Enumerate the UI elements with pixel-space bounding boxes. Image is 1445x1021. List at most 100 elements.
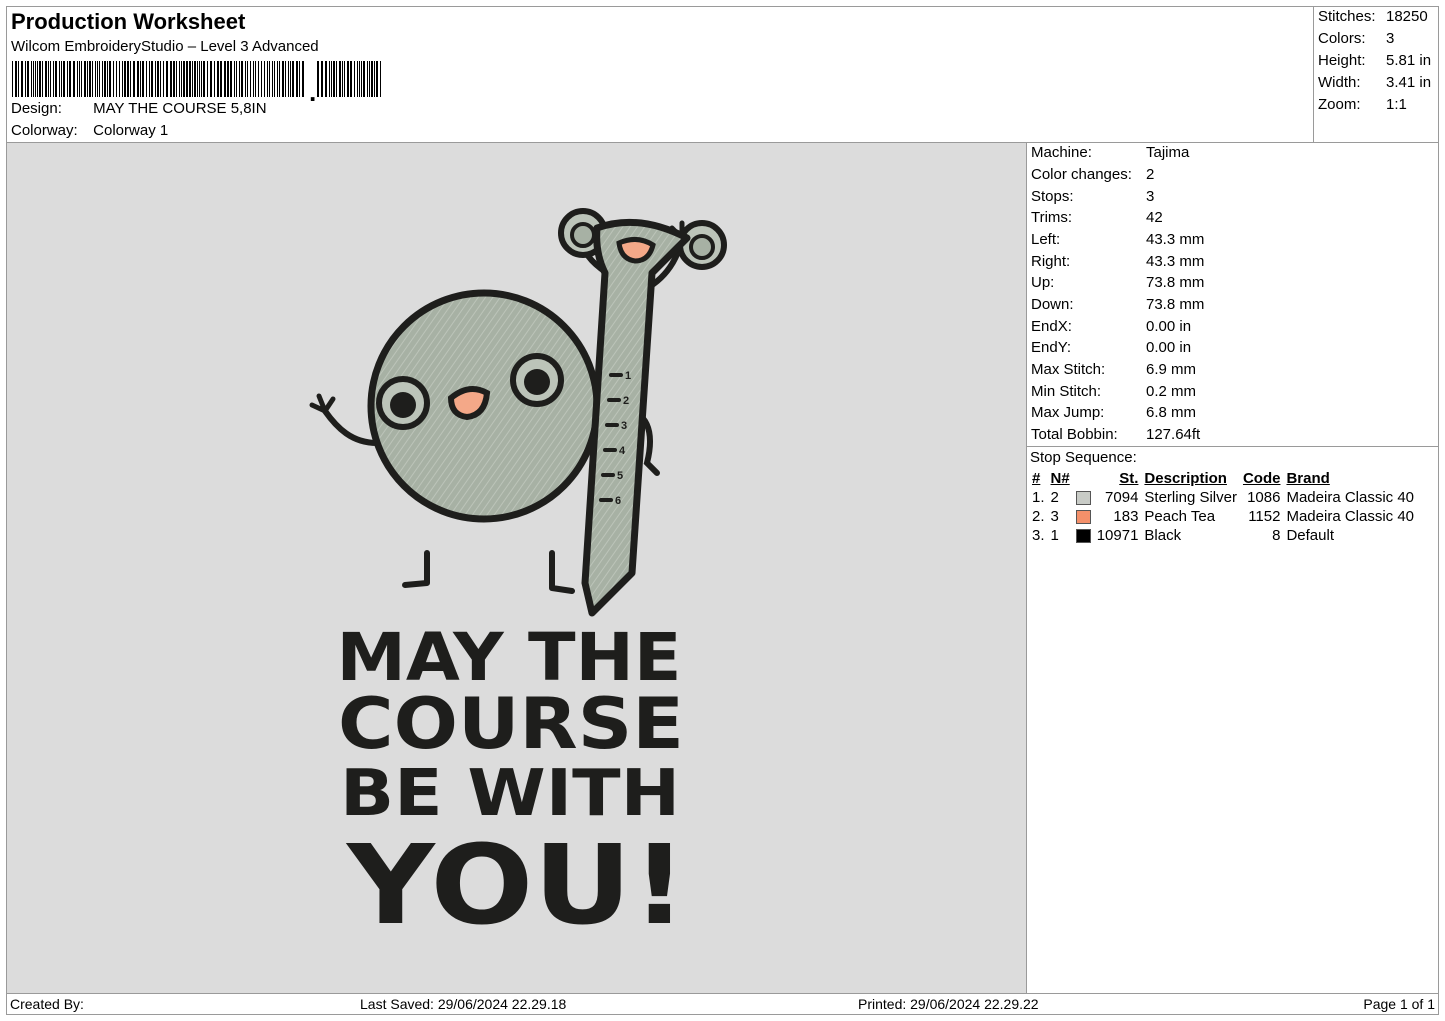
barcode-bar: [214, 61, 215, 97]
barcode-bar: [203, 61, 205, 97]
barcode-bar: [290, 61, 291, 97]
barcode-bar: [339, 61, 341, 97]
summary-row: Stitches: 18250: [1318, 8, 1428, 25]
last-saved: Last Saved: 29/06/2024 22.29.18: [360, 996, 567, 1012]
table-row: 1. 2 7094 Sterling Silver 1086 Madeira C…: [1032, 489, 1415, 506]
colorway-label: Colorway:: [11, 122, 78, 139]
col-description: Description: [1144, 470, 1227, 487]
detail-row: Right: 43.3 mm: [1031, 253, 1205, 270]
barcode-bar: [217, 61, 219, 97]
ruler-mark: 3: [621, 420, 627, 432]
barcode-bar: [155, 61, 156, 97]
barcode-bar: [302, 61, 304, 97]
barcode-bar: [292, 61, 294, 97]
design-preview: 1 2 3 4 5 6 MAY THE COURSE BE WITH YOU!: [6, 142, 1027, 994]
barcode-bar: [261, 61, 262, 97]
printed-date: Printed: 29/06/2024 22.29.22: [858, 996, 1039, 1012]
barcode-bar: [15, 61, 17, 97]
design-value: MAY THE COURSE 5,8IN: [93, 100, 267, 117]
barcode-bar: [357, 61, 358, 97]
barcode-bar: [151, 61, 153, 97]
barcode-bar: [194, 61, 196, 97]
barcode-bar: [67, 61, 68, 97]
barcode-bar: [317, 61, 319, 97]
barcode-bar: [124, 61, 126, 97]
barcode-bar: [247, 61, 248, 97]
col-stitches: St.: [1119, 470, 1139, 487]
slogan-line: BE WITH: [340, 757, 680, 831]
barcode-bar: [27, 61, 29, 97]
barcode-bar: [77, 61, 78, 97]
col-code: Code: [1242, 470, 1281, 487]
barcode-bar: [277, 61, 278, 97]
barcode-bar: [137, 61, 139, 97]
barcode-bar: [176, 61, 177, 97]
ruler-mark: 5: [617, 470, 623, 482]
barcode-bar: [369, 61, 370, 97]
barcode-bar: [354, 61, 355, 97]
slogan: MAY THE COURSE BE WITH YOU!: [337, 619, 688, 949]
barcode-bar: [269, 61, 270, 97]
barcode-bar: [201, 61, 202, 97]
barcode-bar: [45, 61, 47, 97]
summary-row: Zoom: 1:1: [1318, 96, 1407, 113]
barcode-bar: [236, 61, 237, 97]
barcode-bar: [264, 61, 265, 97]
table-header-row: # N# St. Description Code Brand: [1029, 469, 1417, 488]
barcode-bar: [274, 61, 275, 97]
worksheet-footer: Created By: Last Saved: 29/06/2024 22.29…: [6, 993, 1439, 1015]
barcode-bar: [31, 61, 32, 97]
detail-row: EndX: 0.00 in: [1031, 318, 1192, 335]
barcode-bar: [186, 61, 188, 97]
barcode-bar: [50, 61, 51, 97]
worksheet-header: Production Worksheet Wilcom EmbroiderySt…: [6, 6, 1314, 143]
barcode-bar: [149, 61, 150, 97]
barcode-bar: [166, 61, 168, 97]
barcode-bar: [119, 61, 120, 97]
summary-row: Height: 5.81 in: [1318, 52, 1432, 69]
summary-row: Width: 3.41 in: [1318, 74, 1432, 91]
design-row: Design: MAY THE COURSE 5,8IN: [11, 100, 267, 117]
barcode: ,: [12, 61, 381, 101]
barcode-bar: [183, 61, 185, 97]
detail-row: Up: 73.8 mm: [1031, 274, 1205, 291]
detail-row: Machine: Tajima: [1031, 144, 1190, 161]
barcode-bar: [107, 61, 108, 97]
table-row: 3. 1 10971 Black 8 Default: [1032, 527, 1334, 544]
round-character: [309, 289, 601, 594]
summary-panel: Stitches: 18250 Colors: 3 Height: 5.81 in W…: [1313, 6, 1439, 143]
barcode-bar: [220, 61, 222, 97]
barcode-bar: [245, 61, 246, 97]
barcode-bar: [258, 61, 259, 97]
barcode-bar: [99, 61, 100, 97]
ruler-mark: 2: [623, 395, 629, 407]
barcode-bar: [61, 61, 62, 97]
ruler-mark: 4: [619, 445, 626, 457]
col-swatch: [1073, 469, 1094, 488]
worksheet-title: Production Worksheet: [11, 9, 246, 34]
barcode-bar: [279, 61, 280, 97]
barcode-bar: [89, 61, 91, 97]
barcode-bar: [113, 61, 114, 97]
barcode-bar: [371, 61, 373, 97]
design-label: Design:: [11, 100, 62, 117]
slogan-line: COURSE: [338, 683, 684, 765]
barcode-bar: [342, 61, 343, 97]
barcode-bar: [325, 61, 327, 97]
barcode-bar: [359, 61, 360, 97]
ruler-mark: 1: [625, 370, 631, 382]
software-name: Wilcom EmbroideryStudio – Level 3 Advanc…: [11, 38, 319, 55]
barcode-bar: [142, 61, 144, 97]
col-number: #: [1032, 470, 1041, 487]
barcode-bar: [367, 61, 368, 97]
barcode-bar: [160, 61, 161, 97]
barcode-bar: [189, 61, 191, 97]
barcode-separator: ,: [309, 77, 316, 101]
barcode-bar: [140, 61, 141, 97]
created-by: Created By:: [10, 996, 84, 1012]
color-swatch: [1075, 510, 1091, 525]
detail-row: Left: 43.3 mm: [1031, 231, 1205, 248]
slogan-line: YOU!: [345, 821, 687, 949]
colorway-value: Colorway 1: [93, 122, 169, 139]
barcode-bar: [35, 61, 36, 97]
